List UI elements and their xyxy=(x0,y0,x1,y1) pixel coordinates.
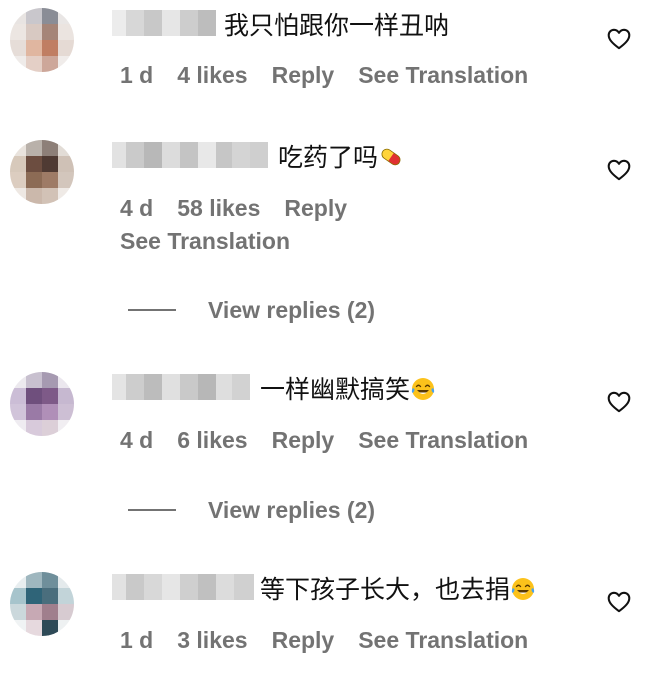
see-translation-button[interactable]: See Translation xyxy=(358,60,528,90)
likes-count[interactable]: 6 likes xyxy=(177,425,247,455)
comment-text-content: 吃药了吗 xyxy=(278,144,379,172)
avatar[interactable] xyxy=(10,8,74,72)
face-with-tears-of-joy-emoji xyxy=(411,378,435,400)
view-replies-label[interactable]: View replies (2) xyxy=(208,295,375,325)
comment-text-content: 我只怕跟你一样丑呐 xyxy=(224,12,450,40)
replies-divider-line xyxy=(128,309,176,311)
comment-text: 我只怕跟你一样丑呐 xyxy=(224,10,449,42)
comment-time: 1 d xyxy=(120,627,154,653)
username-blurred[interactable] xyxy=(112,10,216,36)
comment-meta: 4 d 6 likes Reply See Translation xyxy=(120,425,528,455)
likes-count[interactable]: 4 likes xyxy=(177,60,247,90)
pill-emoji xyxy=(381,148,401,166)
comment-meta: 1 d 3 likes Reply See Translation xyxy=(120,625,528,655)
comment-text-content: 一样幽默搞笑 xyxy=(260,376,411,404)
reply-button[interactable]: Reply xyxy=(272,60,335,90)
see-translation-button[interactable]: See Translation xyxy=(358,625,528,655)
likes-count[interactable]: 3 likes xyxy=(177,625,247,655)
see-translation-button[interactable]: See Translation xyxy=(358,425,528,455)
heart-outline-icon[interactable] xyxy=(606,26,632,52)
replies-divider-line xyxy=(128,509,176,511)
username-blurred[interactable] xyxy=(112,574,254,600)
heart-outline-icon[interactable] xyxy=(606,389,632,415)
comment-meta: 1 d 4 likes Reply See Translation xyxy=(120,60,528,90)
see-translation-button[interactable]: See Translation xyxy=(120,226,290,256)
reply-button[interactable]: Reply xyxy=(272,425,335,455)
comment-meta: 4 d 58 likes Reply xyxy=(120,193,347,223)
comment-time: 1 d xyxy=(120,62,154,88)
avatar[interactable] xyxy=(10,372,74,436)
avatar[interactable] xyxy=(10,140,74,204)
comment-text: 吃药了吗 xyxy=(278,142,404,174)
comment-time: 4 d xyxy=(120,427,154,453)
face-with-tears-of-joy-emoji xyxy=(511,578,535,600)
comment-time: 4 d xyxy=(120,195,154,221)
comment-text-content: 等下孩子长大，也去捐 xyxy=(260,576,511,604)
view-replies-label[interactable]: View replies (2) xyxy=(208,495,375,525)
heart-outline-icon[interactable] xyxy=(606,157,632,183)
username-blurred[interactable] xyxy=(112,374,250,400)
comment-text: 等下孩子长大，也去捐 xyxy=(260,574,536,606)
reply-button[interactable]: Reply xyxy=(272,625,335,655)
username-blurred[interactable] xyxy=(112,142,268,168)
reply-button[interactable]: Reply xyxy=(284,193,347,223)
avatar[interactable] xyxy=(10,572,74,636)
heart-outline-icon[interactable] xyxy=(606,589,632,615)
likes-count[interactable]: 58 likes xyxy=(177,193,260,223)
comment-text: 一样幽默搞笑 xyxy=(260,374,436,406)
